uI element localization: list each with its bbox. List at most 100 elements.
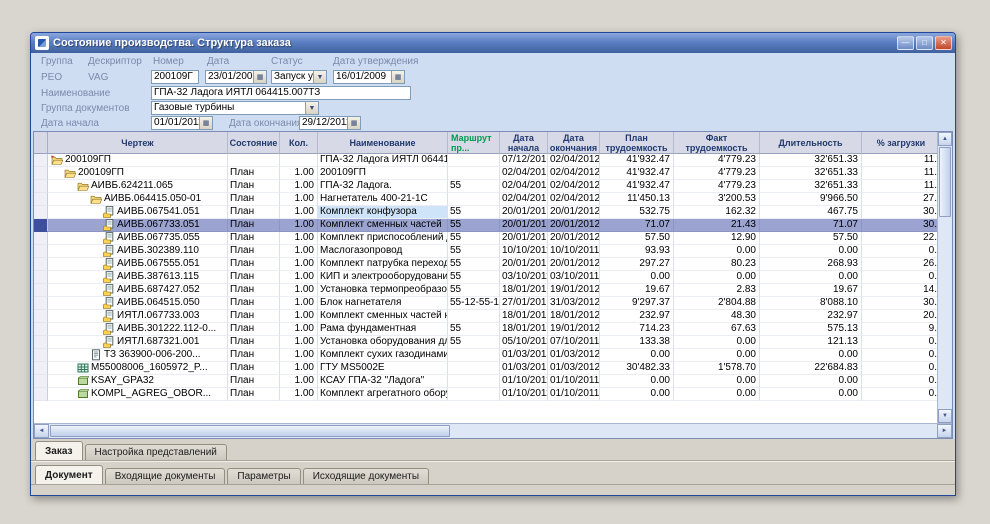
row-selector[interactable] xyxy=(34,284,48,297)
table-row[interactable]: АИВБ.067555.051План1.00Комплект патрубка… xyxy=(34,258,937,271)
row-selector[interactable] xyxy=(34,271,48,284)
column-header-route[interactable]: Маршрут пр... xyxy=(448,132,500,154)
row-selector[interactable] xyxy=(34,258,48,271)
calendar-icon[interactable]: ▦ xyxy=(391,71,404,83)
tab-order[interactable]: Заказ xyxy=(35,441,83,460)
vertical-scrollbar-thumb[interactable] xyxy=(939,147,951,217)
tab-document[interactable]: Документ xyxy=(35,465,103,484)
column-header-drawing[interactable]: Чертеж xyxy=(48,132,228,154)
start-date-field[interactable]: 01/01/2011 ▦ xyxy=(151,116,213,130)
column-header-state[interactable]: Состояние xyxy=(228,132,280,154)
calendar-icon[interactable]: ▦ xyxy=(347,117,360,129)
cell-plan-labor: 0.00 xyxy=(600,388,674,401)
maximize-button[interactable]: □ xyxy=(916,36,933,50)
cell-duration: 575.13 xyxy=(760,323,862,336)
select-all-corner[interactable] xyxy=(34,132,48,154)
row-selector[interactable] xyxy=(34,219,48,232)
approval-date-field[interactable]: 16/01/2009 ▦ xyxy=(333,70,405,84)
chevron-down-icon[interactable]: ▼ xyxy=(313,71,326,83)
table-row[interactable]: АИВБ.301222.112-0...План1.00Рама фундаме… xyxy=(34,323,937,336)
row-selector[interactable] xyxy=(34,362,48,375)
horizontal-scrollbar[interactable]: ◄ ► xyxy=(34,423,952,438)
cell-qty: 1.00 xyxy=(280,271,318,284)
cell-plan-labor: 71.07 xyxy=(600,219,674,232)
tab-parameters[interactable]: Параметры xyxy=(227,468,300,484)
cell-fact-labor: 48.30 xyxy=(674,310,760,323)
table-row[interactable]: АИВБ.387613.115План1.00КИП и электрообор… xyxy=(34,271,937,284)
tab-incoming-documents[interactable]: Входящие документы xyxy=(105,468,226,484)
table-row[interactable]: АИВБ.624211.065План1.00ГПА-32 Ладога.550… xyxy=(34,180,937,193)
column-header-plan-labor[interactable]: План трудоемкость xyxy=(600,132,674,154)
column-header-end-date[interactable]: Дата окончания xyxy=(548,132,600,154)
name-input[interactable]: ГПА-32 Ладога ИЯТЛ 064415.007ТЗ xyxy=(151,86,411,100)
table-row[interactable]: АИВБ.067733.051План1.00Комплект сменных … xyxy=(34,219,937,232)
vertical-scrollbar[interactable]: ▲ ▼ xyxy=(937,132,952,423)
order-date-field[interactable]: 23/01/2009 ▦ xyxy=(205,70,267,84)
order-number-input[interactable]: 200109Г xyxy=(151,70,199,84)
close-button[interactable]: ✕ xyxy=(935,36,952,50)
table-row[interactable]: АИВБ.067735.055План1.00Комплект приспосо… xyxy=(34,232,937,245)
row-selector[interactable] xyxy=(34,336,48,349)
table-row[interactable]: ИЯТЛ.067733.003План1.00Комплект сменных … xyxy=(34,310,937,323)
table-row[interactable]: M55008006_1605972_P...План1.00ГТУ MS5002… xyxy=(34,362,937,375)
row-selector[interactable] xyxy=(34,154,48,167)
row-selector[interactable] xyxy=(34,245,48,258)
table-row[interactable]: АИВБ.064415.050-01План1.00Нагнетатель 40… xyxy=(34,193,937,206)
table-row[interactable]: ИЯТЛ.687321.001План1.00Установка оборудо… xyxy=(34,336,937,349)
table-row[interactable]: KSAY_GPA32План1.00КСАУ ГПА-32 "Ладога"01… xyxy=(34,375,937,388)
cell-load-percent: 20. xyxy=(862,310,937,323)
row-selector[interactable] xyxy=(34,310,48,323)
scroll-up-icon[interactable]: ▲ xyxy=(938,132,952,146)
table-row[interactable]: 200109ГПГПА-32 Ладога ИЯТЛ 06441507/12/2… xyxy=(34,154,937,167)
minimize-button[interactable]: — xyxy=(897,36,914,50)
row-selector[interactable] xyxy=(34,388,48,401)
table-row[interactable]: АИВБ.067541.051План1.00Комплект конфузор… xyxy=(34,206,937,219)
cell-duration: 32'651.33 xyxy=(760,167,862,180)
row-selector[interactable] xyxy=(34,232,48,245)
row-selector[interactable] xyxy=(34,297,48,310)
scroll-right-icon[interactable]: ► xyxy=(937,424,952,438)
column-header-qty[interactable]: Кол. xyxy=(280,132,318,154)
component-icon xyxy=(76,388,89,400)
table-row[interactable]: АИВБ.302389.110План1.00Маслогазопровод55… xyxy=(34,245,937,258)
row-selector[interactable] xyxy=(34,323,48,336)
horizontal-scrollbar-track[interactable] xyxy=(451,424,937,438)
doc-group-dropdown[interactable]: Газовые турбины ▼ xyxy=(151,101,319,115)
table-row[interactable]: АИВБ.687427.052План1.00Установка термопр… xyxy=(34,284,937,297)
table-row[interactable]: ТЗ 363900-006-200...План1.00Комплект сух… xyxy=(34,349,937,362)
cell-load-percent: 30. xyxy=(862,206,937,219)
column-header-fact-labor[interactable]: Факт трудоемкость xyxy=(674,132,760,154)
cell-load-percent: 9. xyxy=(862,323,937,336)
column-header-name[interactable]: Наименование xyxy=(318,132,448,154)
tab-view-settings[interactable]: Настройка представлений xyxy=(85,444,227,460)
table-row[interactable]: 200109ГППлан1.00200109ГП02/04/201202/04/… xyxy=(34,167,937,180)
tab-outgoing-documents[interactable]: Исходящие документы xyxy=(303,468,429,484)
row-selector[interactable] xyxy=(34,180,48,193)
row-selector[interactable] xyxy=(34,193,48,206)
table-row[interactable]: АИВБ.064515.050План1.00Блок нагнетателя5… xyxy=(34,297,937,310)
cell-route: 55 xyxy=(448,206,500,219)
table-row[interactable]: KOMPL_AGREG_OBOR...План1.00Комплект агре… xyxy=(34,388,937,401)
chevron-down-icon[interactable]: ▼ xyxy=(305,102,318,114)
vertical-scrollbar-track[interactable] xyxy=(938,218,952,409)
cell-end-date: 20/01/2012 xyxy=(548,219,600,232)
row-selector[interactable] xyxy=(34,375,48,388)
calendar-icon[interactable]: ▦ xyxy=(199,117,212,129)
column-header-load[interactable]: % загрузки xyxy=(862,132,937,154)
calendar-icon[interactable]: ▦ xyxy=(253,71,266,83)
cell-route: 55 xyxy=(448,180,500,193)
cell-plan-labor: 41'932.47 xyxy=(600,167,674,180)
row-selector[interactable] xyxy=(34,206,48,219)
column-header-duration[interactable]: Длительность xyxy=(760,132,862,154)
titlebar[interactable]: Состояние производства. Структура заказа… xyxy=(31,33,955,53)
cell-name: Комплект агрегатного обору xyxy=(318,388,448,401)
row-selector[interactable] xyxy=(34,167,48,180)
cell-plan-labor: 0.00 xyxy=(600,349,674,362)
column-header-start-date[interactable]: Дата начала xyxy=(500,132,548,154)
end-date-field[interactable]: 29/12/2011 ▦ xyxy=(299,116,361,130)
horizontal-scrollbar-thumb[interactable] xyxy=(50,425,450,437)
scroll-down-icon[interactable]: ▼ xyxy=(938,409,952,423)
row-selector[interactable] xyxy=(34,349,48,362)
scroll-left-icon[interactable]: ◄ xyxy=(34,424,49,438)
status-dropdown[interactable]: Запуск утв... ▼ xyxy=(271,70,327,84)
